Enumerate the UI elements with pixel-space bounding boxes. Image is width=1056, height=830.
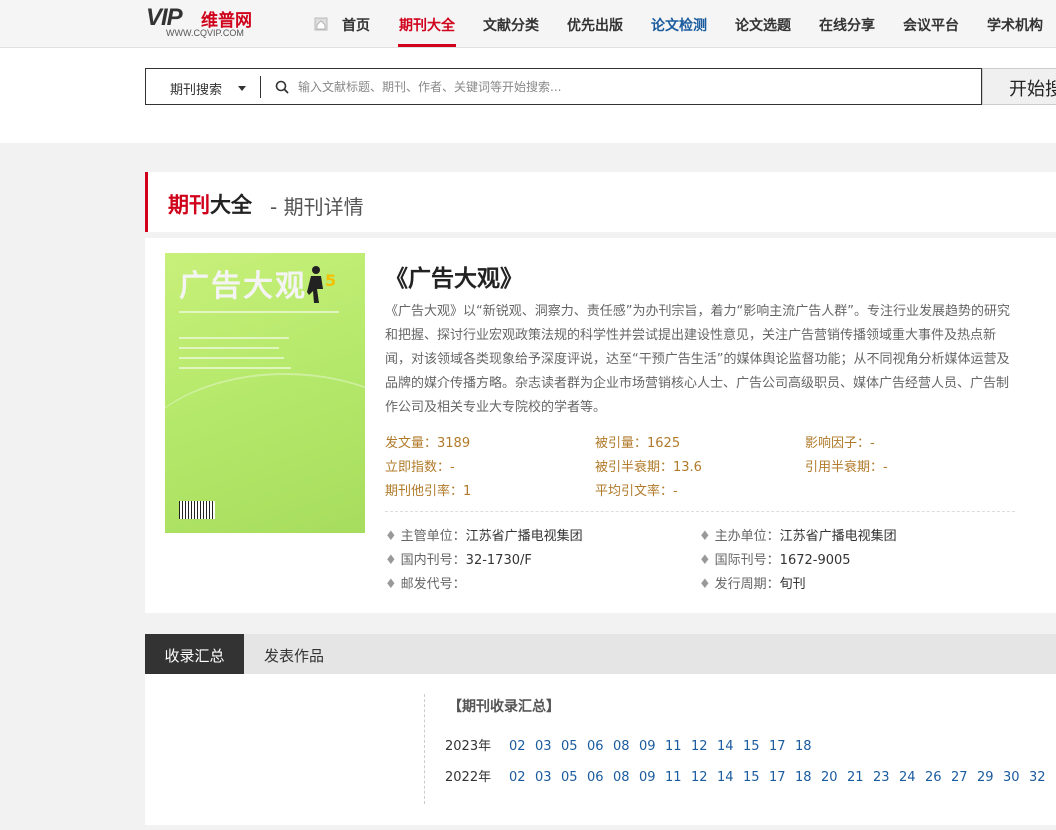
nav-categories[interactable]: 文献分类 bbox=[483, 15, 539, 35]
year-row: 2023年 02 03 05 06 08 09 11 12 14 15 17 18 bbox=[445, 735, 821, 754]
figure-icon bbox=[307, 266, 323, 303]
year-label: 2023年 bbox=[445, 739, 492, 754]
stat-avg-citation-rate: 平均引文率：- bbox=[595, 484, 678, 499]
nav-share[interactable]: 在线分享 bbox=[819, 15, 875, 35]
issue-link[interactable]: 03 bbox=[535, 739, 561, 754]
nav-journals[interactable]: 期刊大全 bbox=[399, 15, 455, 35]
issue-link[interactable]: 24 bbox=[899, 770, 925, 785]
issue-link[interactable]: 23 bbox=[873, 770, 899, 785]
issue-link[interactable]: 14 bbox=[717, 770, 743, 785]
issue-link[interactable]: 17 bbox=[769, 770, 795, 785]
issue-link[interactable]: 06 bbox=[587, 739, 613, 754]
stat-citations: 被引量：1625 bbox=[595, 436, 681, 451]
nav-paper-check[interactable]: 论文检测 bbox=[651, 15, 707, 35]
issue-link[interactable]: 05 bbox=[561, 770, 587, 785]
issue-link[interactable]: 11 bbox=[665, 739, 691, 754]
info-divider bbox=[385, 511, 1015, 512]
stat-impact: 影响因子：- bbox=[805, 436, 875, 451]
tab-collection-summary[interactable]: 收录汇总 bbox=[145, 634, 244, 674]
barcode bbox=[179, 501, 215, 519]
search-separator bbox=[260, 76, 261, 98]
info-sponsor: ♦ 主办单位：江苏省广播电视集团 bbox=[699, 529, 897, 544]
issue-link[interactable]: 30 bbox=[1003, 770, 1029, 785]
issue-link[interactable]: 18 bbox=[795, 739, 821, 754]
site-logo[interactable]: VIP 维普网 WWW.CQVIP.COM bbox=[146, 4, 266, 40]
issue-link[interactable]: 15 bbox=[743, 739, 769, 754]
journal-name: 《广告大观》 bbox=[385, 266, 523, 292]
info-issn: ♦ 国际刊号：1672-9005 bbox=[699, 553, 851, 568]
tab-bar: 收录汇总 发表作品 bbox=[145, 634, 1056, 674]
collection-panel: 【期刊收录汇总】 2023年 02 03 05 06 08 09 11 12 14 15 17 18 2… bbox=[145, 674, 1056, 825]
issue-link[interactable]: 02 bbox=[509, 770, 535, 785]
nav-active-underline bbox=[398, 44, 456, 47]
cover-title: 广告大观 bbox=[179, 269, 307, 304]
journal-cover[interactable]: 广告大观 5 bbox=[165, 253, 365, 533]
collection-title: 【期刊收录汇总】 bbox=[448, 699, 560, 715]
journal-description: 《广告大观》以“新锐观、洞察力、责任感”为办刊宗旨，着力“影响主流广告人群”。专… bbox=[385, 304, 1010, 415]
info-frequency: ♦ 发行周期：旬刊 bbox=[699, 577, 806, 592]
panel-header: 期刊大全 - 期刊详情 bbox=[145, 172, 1056, 232]
issue-link[interactable]: 05 bbox=[561, 739, 587, 754]
logo-url: WWW.CQVIP.COM bbox=[166, 28, 244, 38]
issue-link[interactable]: 12 bbox=[691, 770, 717, 785]
year-row: 2022年 02 03 05 06 08 09 11 12 14 15 17 18 20 21 23 24 26 2… bbox=[445, 766, 1055, 785]
issue-link[interactable]: 15 bbox=[743, 770, 769, 785]
issue-link[interactable]: 17 bbox=[769, 739, 795, 754]
search-icon bbox=[275, 80, 289, 94]
issue-link[interactable]: 09 bbox=[639, 770, 665, 785]
search-box: 期刊搜索 bbox=[145, 68, 982, 105]
info-postal-code: ♦ 邮发代号： bbox=[385, 577, 466, 592]
nav-priority[interactable]: 优先出版 bbox=[567, 15, 623, 35]
issue-link[interactable]: 11 bbox=[665, 770, 691, 785]
issue-link[interactable]: 27 bbox=[951, 770, 977, 785]
top-nav: VIP 维普网 WWW.CQVIP.COM 首页 期刊大全 文献分类 优先出版 … bbox=[0, 0, 1056, 48]
issue-link[interactable]: 02 bbox=[509, 739, 535, 754]
stat-immediacy: 立即指数：- bbox=[385, 460, 455, 475]
issue-link[interactable]: 14 bbox=[717, 739, 743, 754]
issue-link[interactable]: 20 bbox=[821, 770, 847, 785]
search-area: 期刊搜索 bbox=[0, 48, 1056, 143]
issue-link[interactable]: 32 bbox=[1029, 770, 1055, 785]
info-cn-number: ♦ 国内刊号：32-1730/F bbox=[385, 553, 532, 568]
search-button[interactable]: 开始搜 bbox=[982, 68, 1056, 105]
panel-subtitle: - 期刊详情 bbox=[270, 195, 364, 219]
tab-published-works[interactable]: 发表作品 bbox=[244, 634, 344, 674]
nav-conference[interactable]: 会议平台 bbox=[903, 15, 959, 35]
nav-home[interactable]: 首页 bbox=[342, 15, 370, 35]
home-icon[interactable] bbox=[314, 17, 328, 31]
issue-link[interactable]: 29 bbox=[977, 770, 1003, 785]
stat-other-citation-rate: 期刊他引率：1 bbox=[385, 484, 472, 499]
cover-issue: 5 bbox=[325, 271, 337, 290]
journal-detail-panel: 期刊大全 - 期刊详情 广告大观 5 《广告大观》 《广告大观》以“新锐观、洞察… bbox=[145, 172, 1056, 613]
search-input[interactable] bbox=[296, 75, 960, 99]
stat-cited-halflife: 被引半衰期：13.6 bbox=[595, 460, 702, 475]
issue-link[interactable]: 21 bbox=[847, 770, 873, 785]
issue-link[interactable]: 08 bbox=[613, 739, 639, 754]
stat-articles: 发文量：3189 bbox=[385, 436, 471, 451]
issue-link[interactable]: 12 bbox=[691, 739, 717, 754]
issue-link[interactable]: 18 bbox=[795, 770, 821, 785]
issue-link[interactable]: 06 bbox=[587, 770, 613, 785]
issue-link[interactable]: 26 bbox=[925, 770, 951, 785]
issue-link[interactable]: 09 bbox=[639, 739, 665, 754]
stat-citing-halflife: 引用半衰期：- bbox=[805, 460, 888, 475]
nav-topics[interactable]: 论文选题 bbox=[735, 15, 791, 35]
info-supervisor: ♦ 主管单位：江苏省广播电视集团 bbox=[385, 529, 583, 544]
issue-link[interactable]: 08 bbox=[613, 770, 639, 785]
panel-divider bbox=[145, 232, 1056, 238]
collection-divider bbox=[424, 694, 425, 804]
chevron-down-icon[interactable] bbox=[238, 86, 246, 91]
nav-institutions[interactable]: 学术机构 bbox=[987, 15, 1043, 35]
issue-link[interactable]: 03 bbox=[535, 770, 561, 785]
search-type-select[interactable]: 期刊搜索 bbox=[170, 79, 222, 98]
panel-title: 期刊大全 bbox=[168, 193, 252, 217]
year-label: 2022年 bbox=[445, 770, 492, 785]
